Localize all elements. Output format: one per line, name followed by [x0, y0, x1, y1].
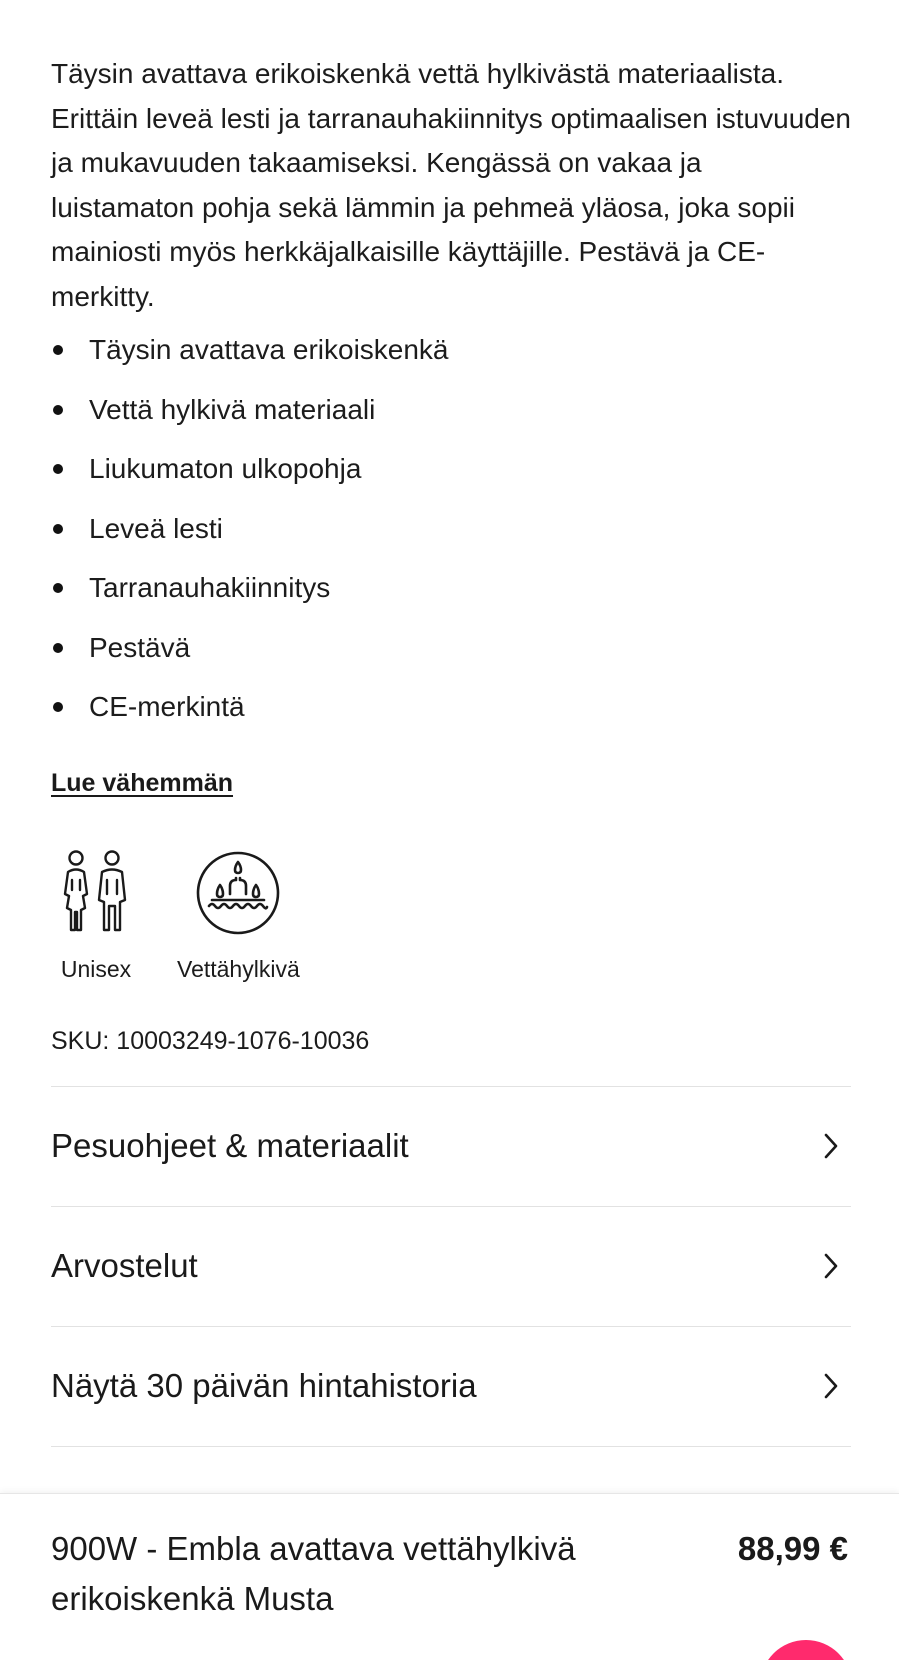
list-item: CE-merkintä [51, 677, 851, 737]
list-item: Tarranauhakiinnitys [51, 558, 851, 618]
bullet-icon [53, 404, 63, 415]
badge-water-repellent: Vettähylkivä [177, 848, 300, 983]
bullet-icon [53, 523, 63, 534]
product-page: Täysin avattava erikoiskenkä vettä hylki… [0, 0, 899, 1660]
feature-text: CE-merkintä [89, 691, 245, 722]
product-badges: Unisex Vettähylkivä [51, 848, 851, 983]
list-item: Liukumaton ulkopohja [51, 439, 851, 499]
accordion: Pesuohjeet & materiaalit Arvostelut Näyt… [51, 1085, 851, 1447]
accordion-care-materials[interactable]: Pesuohjeet & materiaalit [51, 1087, 851, 1207]
list-item: Pestävä [51, 618, 851, 678]
chevron-right-icon [824, 1373, 838, 1399]
accordion-price-history[interactable]: Näytä 30 päivän hintahistoria [51, 1327, 851, 1447]
water-repellent-icon [193, 848, 283, 938]
read-less-link[interactable]: Lue vähemmän [51, 769, 233, 798]
feature-text: Tarranauhakiinnitys [89, 572, 331, 603]
product-details: Täysin avattava erikoiskenkä vettä hylki… [51, 52, 851, 1447]
feature-text: Leveä lesti [89, 512, 223, 544]
product-name: 900W - Embla avattava vettähylkivä eriko… [51, 1530, 576, 1617]
feature-text: Vettä hylkivä materiaali [89, 393, 376, 425]
bullet-icon [53, 702, 63, 712]
badge-label: Unisex [60, 955, 132, 982]
chevron-right-icon [824, 1253, 838, 1279]
bullet-icon [53, 642, 63, 653]
feature-list: Täysin avattava erikoiskenkä Vettä hylki… [51, 320, 851, 737]
badge-unisex: Unisex [51, 848, 141, 983]
accordion-label: Arvostelut [51, 1247, 198, 1284]
feature-text: Pestävä [89, 631, 191, 663]
feature-text: Liukumaton ulkopohja [89, 453, 362, 484]
accordion-label: Pesuohjeet & materiaalit [51, 1127, 409, 1164]
unisex-icon [51, 848, 141, 938]
list-item: Vettä hylkivä materiaali [51, 380, 851, 440]
feature-text: Täysin avattava erikoiskenkä [89, 334, 449, 365]
sku-text: SKU: 10003249-1076-10036 [51, 1026, 370, 1055]
bullet-icon [53, 345, 63, 355]
product-description: Täysin avattava erikoiskenkä vettä hylki… [51, 58, 851, 312]
bullet-icon [53, 464, 63, 474]
chevron-right-icon [824, 1133, 838, 1159]
accordion-reviews[interactable]: Arvostelut [51, 1207, 851, 1327]
badge-label: Vettähylkivä [177, 955, 300, 982]
sticky-product-bar: 900W - Embla avattava vettähylkivä eriko… [0, 1493, 899, 1660]
accordion-label: Näytä 30 päivän hintahistoria [51, 1367, 477, 1404]
list-item: Täysin avattava erikoiskenkä [51, 320, 851, 380]
bullet-icon [53, 583, 63, 593]
product-price: 88,99 € [737, 1530, 848, 1567]
list-item: Leveä lesti [51, 499, 851, 559]
